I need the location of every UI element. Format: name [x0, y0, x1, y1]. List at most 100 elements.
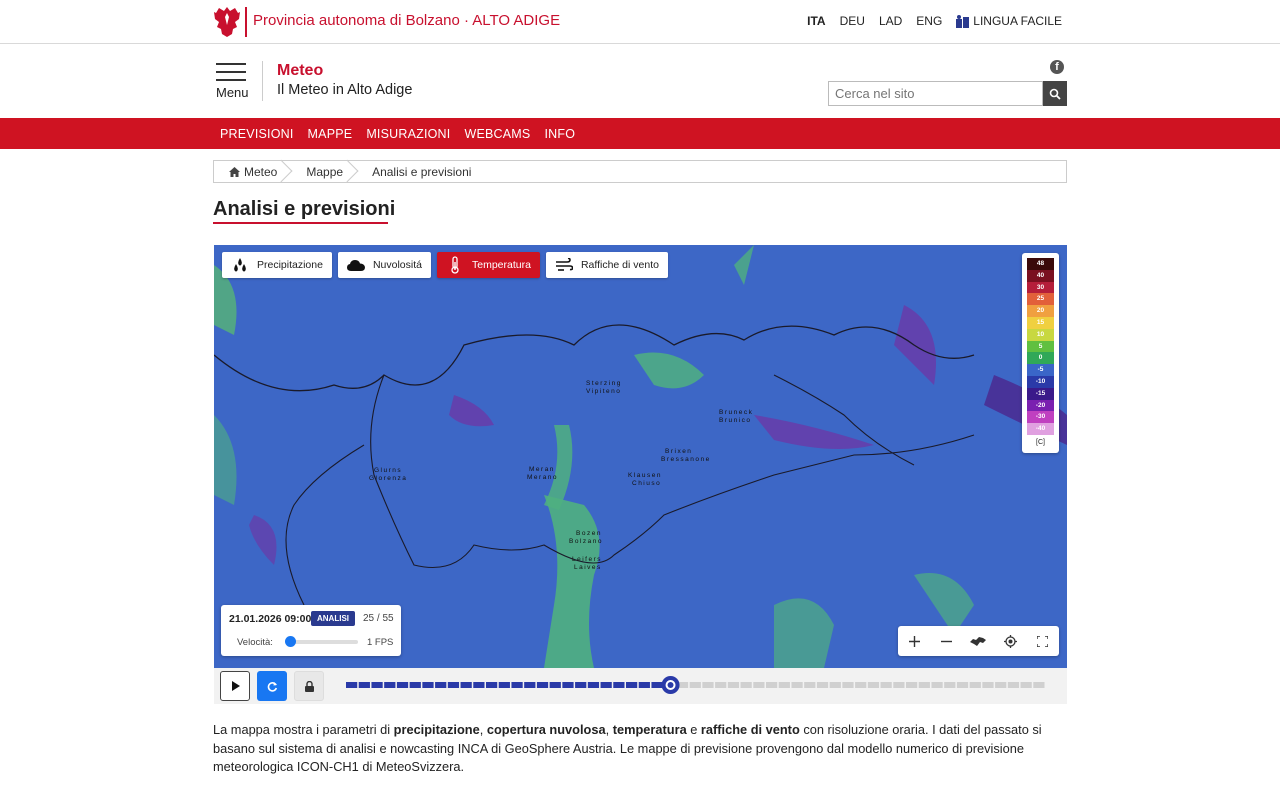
timeline-step[interactable]	[842, 682, 854, 688]
timeline-step[interactable]	[1020, 682, 1032, 688]
timeline-step[interactable]	[956, 682, 969, 688]
timeline-step[interactable]	[409, 682, 421, 688]
timeline-step[interactable]	[396, 682, 409, 688]
timeline-step[interactable]	[384, 682, 396, 688]
layer-button-nuvolosita[interactable]: Nuvolositá	[337, 252, 431, 278]
timeline-step[interactable]	[358, 682, 370, 688]
timeline-step[interactable]	[753, 682, 765, 688]
breadcrumb-label: Mappe	[306, 164, 344, 179]
timeline-step[interactable]	[816, 682, 829, 688]
timeline-step[interactable]	[689, 682, 701, 688]
easy-language-icon	[956, 14, 970, 28]
layer-button-precipitazione[interactable]: Precipitazione	[222, 252, 332, 278]
speed-slider-handle[interactable]	[285, 636, 296, 647]
lang-lad[interactable]: LAD	[879, 14, 902, 28]
nav-misurazioni[interactable]: MISURAZIONI	[366, 127, 450, 141]
timeline-step[interactable]	[524, 682, 536, 688]
timeline-step[interactable]	[702, 682, 714, 688]
timeline-step[interactable]	[982, 682, 994, 688]
search-icon	[1049, 88, 1061, 100]
timeline-step[interactable]	[511, 682, 523, 688]
timeline-step[interactable]	[829, 682, 841, 688]
breadcrumb-item-meteo[interactable]: Meteo	[214, 161, 291, 182]
section-title[interactable]: Meteo	[277, 62, 323, 80]
timeline-step[interactable]	[1007, 682, 1020, 688]
lingua-facile-link[interactable]: LINGUA FACILE	[956, 14, 1062, 28]
eagle-logo-icon[interactable]	[213, 5, 241, 38]
timeline-step[interactable]	[587, 682, 600, 688]
timeline-step[interactable]	[778, 682, 790, 688]
timeline-step[interactable]	[435, 682, 447, 688]
region-icon[interactable]	[967, 636, 989, 647]
timeline-step[interactable]	[613, 682, 625, 688]
timeline-step[interactable]	[944, 682, 956, 688]
timeline-track[interactable]	[346, 674, 1046, 698]
language-switcher: ITA DEU LAD ENG LINGUA FACILE	[807, 14, 1062, 28]
timeline-step[interactable]	[346, 682, 358, 688]
timeline-step[interactable]	[804, 682, 816, 688]
hamburger-menu-icon[interactable]	[216, 63, 246, 87]
locate-icon[interactable]	[1000, 634, 1022, 648]
analysis-badge: ANALISI	[311, 611, 355, 626]
lang-eng[interactable]: ENG	[916, 14, 942, 28]
timeline-step[interactable]	[486, 682, 498, 688]
lang-deu[interactable]: DEU	[840, 14, 865, 28]
timeline-step[interactable]	[791, 682, 803, 688]
legend-swatch: 15	[1027, 316, 1054, 329]
timeline-step[interactable]	[727, 682, 740, 688]
timeline-step[interactable]	[536, 682, 549, 688]
timeline-step[interactable]	[893, 682, 905, 688]
lock-button[interactable]	[294, 671, 324, 701]
timeline-step[interactable]	[918, 682, 930, 688]
menu-label[interactable]: Menu	[216, 85, 249, 100]
timeline-step[interactable]	[867, 682, 880, 688]
timeline-step[interactable]	[498, 682, 510, 688]
map-description: La mappa mostra i parametri di precipita…	[213, 722, 1042, 774]
nav-webcams[interactable]: WEBCAMS	[464, 127, 530, 141]
timeline-step[interactable]	[562, 682, 574, 688]
zoom-out-icon[interactable]	[935, 636, 957, 647]
timeline-step[interactable]	[638, 682, 650, 688]
timeline-step[interactable]	[473, 682, 485, 688]
nav-mappe[interactable]: MAPPE	[308, 127, 353, 141]
facebook-icon[interactable]: f	[1050, 60, 1064, 74]
timeline-step[interactable]	[422, 682, 434, 688]
zoom-in-icon[interactable]	[903, 635, 925, 647]
timeline-step[interactable]	[549, 682, 561, 688]
timeline-step[interactable]	[575, 682, 587, 688]
breadcrumb-item-mappe[interactable]: Mappe	[291, 161, 357, 182]
layer-button-temperatura[interactable]: Temperatura	[436, 252, 540, 278]
timeline-step[interactable]	[1033, 682, 1045, 688]
map-toolbar	[898, 626, 1059, 656]
reload-button[interactable]	[257, 671, 287, 701]
timeline-step[interactable]	[447, 682, 460, 688]
search-button[interactable]	[1043, 81, 1067, 106]
timeline-step[interactable]	[766, 682, 778, 688]
timeline-step[interactable]	[995, 682, 1007, 688]
fullscreen-icon[interactable]	[1032, 635, 1054, 647]
nav-previsioni[interactable]: PREVISIONI	[220, 127, 294, 141]
svg-text:Brixen: Brixen	[665, 448, 692, 455]
layer-button-raffiche[interactable]: Raffiche di vento	[545, 252, 668, 278]
play-button[interactable]	[220, 671, 250, 701]
timeline-step[interactable]	[600, 682, 612, 688]
weather-map[interactable]: Sterzing Vipiteno Bruneck Brunico Brixen…	[214, 245, 1067, 668]
timeline-step[interactable]	[715, 682, 727, 688]
timeline-step[interactable]	[855, 682, 867, 688]
thermometer-icon	[446, 256, 464, 274]
timeline-step[interactable]	[651, 682, 663, 688]
site-name[interactable]: Provincia autonoma di Bolzano · ALTO ADI…	[253, 12, 560, 29]
speed-slider[interactable]	[288, 640, 358, 644]
search-input[interactable]	[828, 81, 1043, 106]
timeline-step[interactable]	[740, 682, 752, 688]
title-underline	[213, 222, 388, 224]
timeline-step[interactable]	[460, 682, 472, 688]
timeline-step[interactable]	[906, 682, 918, 688]
timeline-step[interactable]	[880, 682, 892, 688]
timeline-step[interactable]	[626, 682, 638, 688]
timeline-step[interactable]	[969, 682, 981, 688]
timeline-step[interactable]	[931, 682, 943, 688]
nav-info[interactable]: INFO	[544, 127, 575, 141]
timeline-step[interactable]	[371, 682, 383, 688]
lang-ita[interactable]: ITA	[807, 14, 825, 28]
